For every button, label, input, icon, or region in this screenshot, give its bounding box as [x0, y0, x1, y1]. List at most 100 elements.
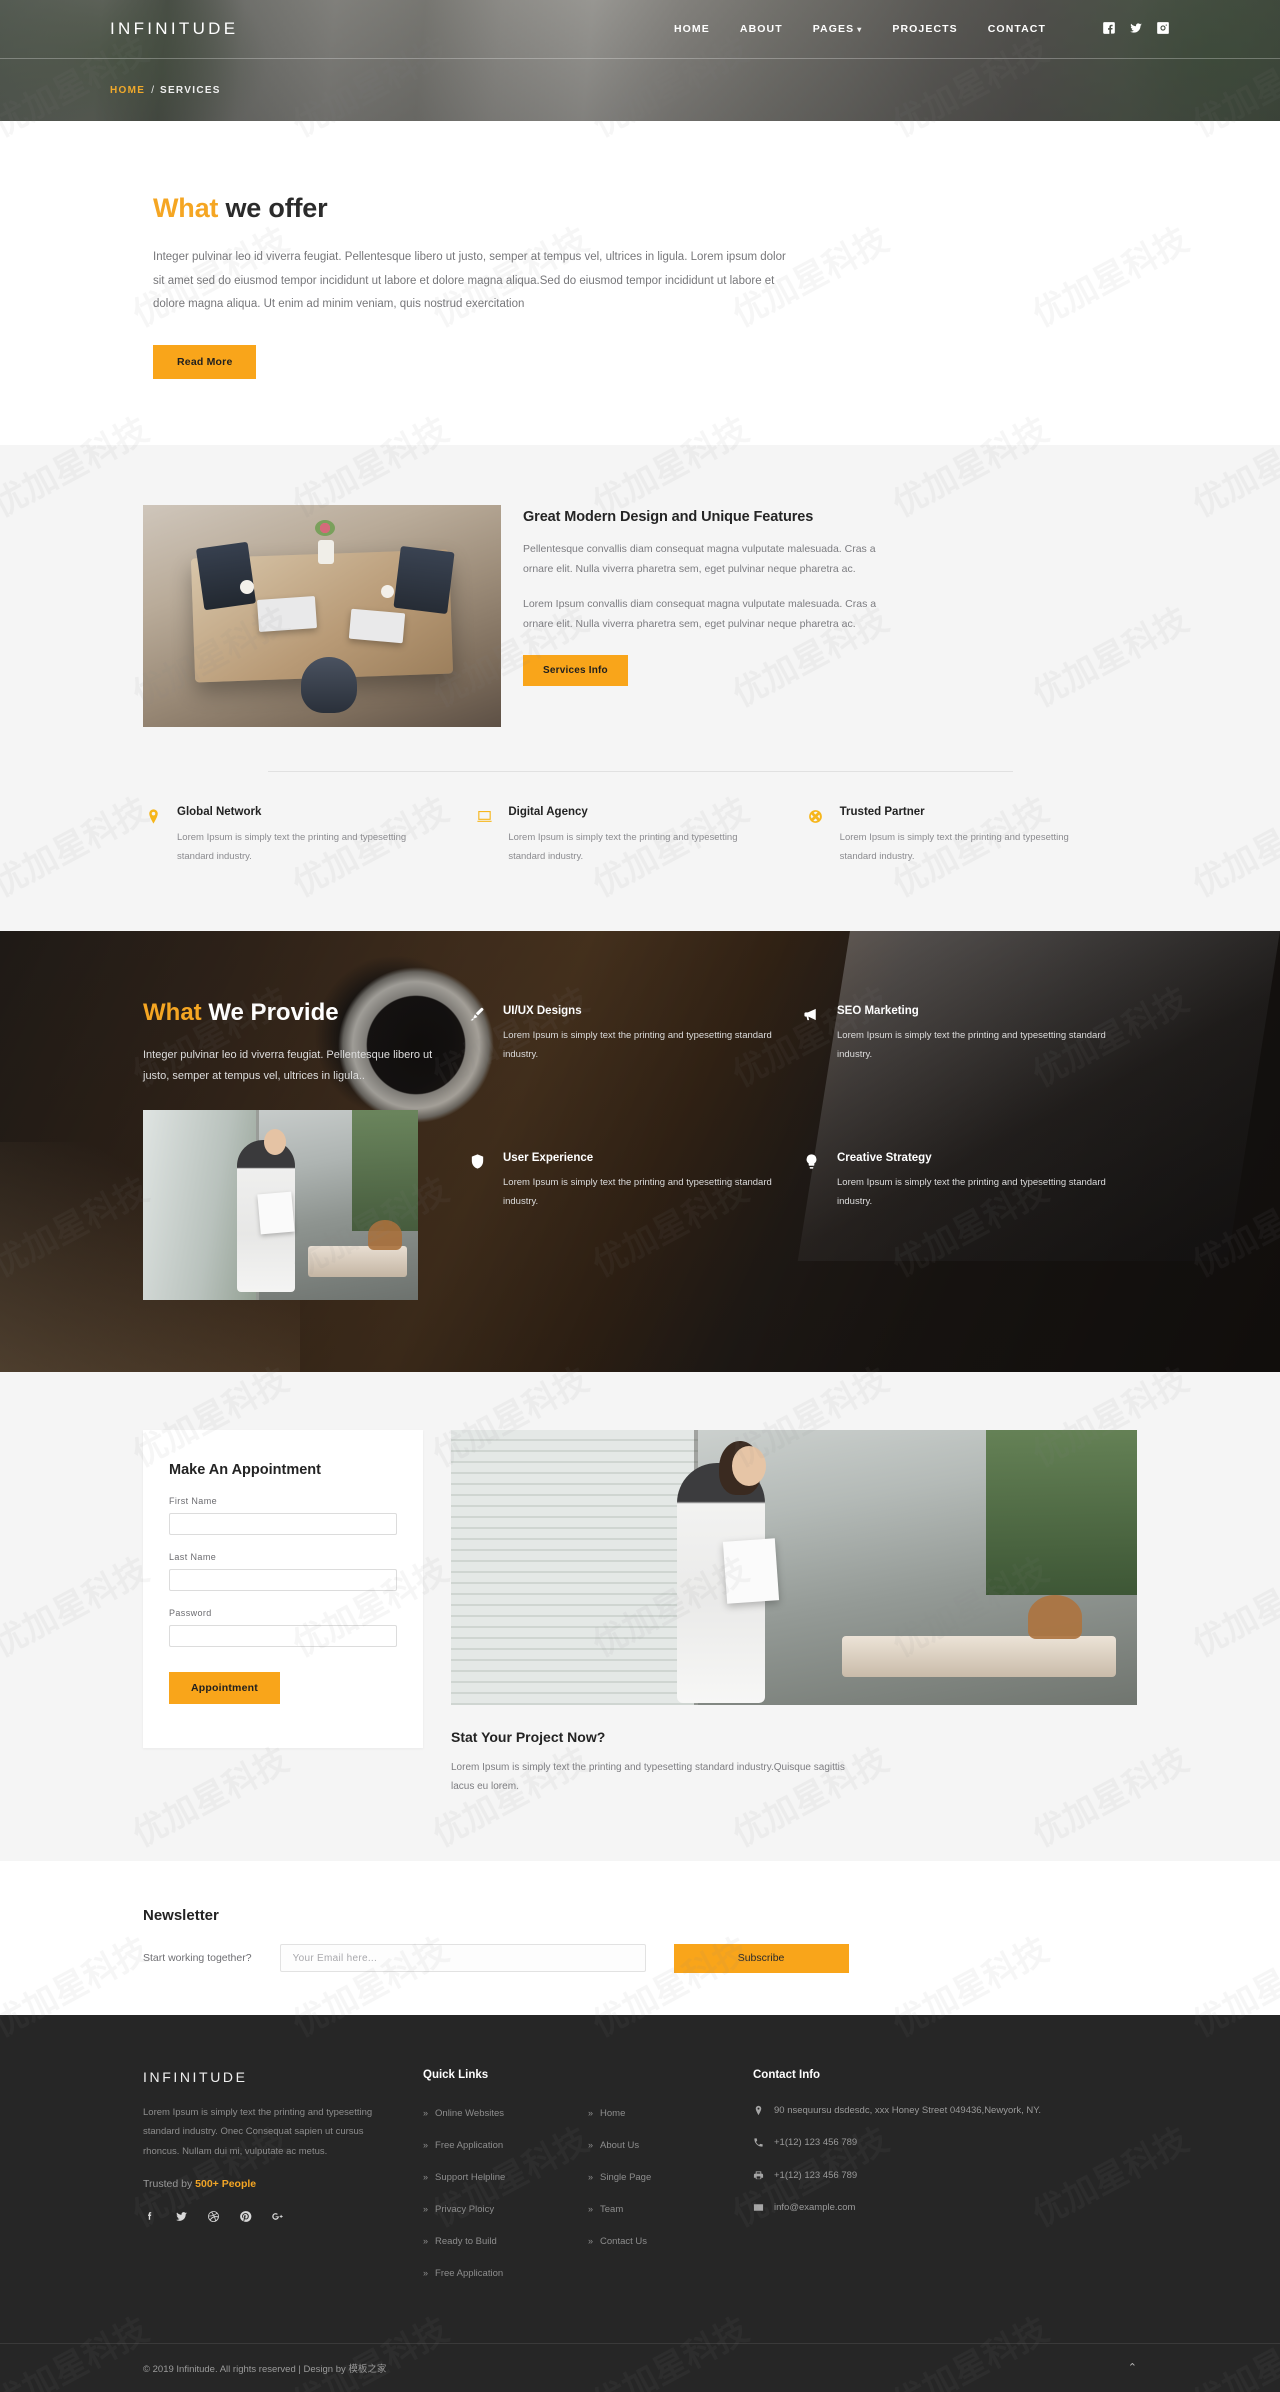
provide-title: What We Provide [143, 999, 443, 1027]
chevron-right-icon: » [423, 2107, 429, 2118]
nav-item-projects[interactable]: PROJECTS [892, 23, 957, 35]
nav-item-pages[interactable]: PAGES ▾ [813, 23, 863, 35]
quick-link[interactable]: » Free Application [423, 2140, 503, 2151]
pinterest-icon[interactable] [239, 2210, 252, 2223]
chevron-right-icon: » [423, 2235, 429, 2246]
dribbble-icon[interactable] [207, 2210, 220, 2223]
chevron-right-icon: » [588, 2139, 594, 2150]
nav-item-about[interactable]: ABOUT [740, 23, 783, 35]
breadcrumb-home[interactable]: HOME [110, 85, 145, 96]
provide-item-text: Lorem Ipsum is simply text the printing … [837, 1029, 1106, 1060]
last-name-input[interactable] [169, 1568, 397, 1591]
nav-item-contact[interactable]: CONTACT [988, 23, 1046, 35]
newsletter-label: Start working together? [143, 1952, 252, 1964]
quick-link-label: Support Helpline [435, 2171, 506, 2183]
footer-about-text: Lorem Ipsum is simply text the printing … [143, 2106, 373, 2158]
quick-link[interactable]: » Single Page [588, 2172, 651, 2183]
nav-item-home[interactable]: HOME [674, 23, 710, 35]
chevron-down-icon: ▾ [857, 25, 863, 34]
contact-phone: +1(12) 123 456 789 [753, 2135, 1137, 2152]
hero-header: INFINITUDE HOME ABOUT PAGES ▾ PROJECTS CO… [0, 0, 1280, 121]
breadcrumb-current: SERVICES [159, 84, 221, 96]
feature-text: Lorem Ipsum is simply text the printing … [839, 831, 1069, 863]
subscribe-button[interactable]: Subscribe [673, 1943, 849, 1973]
quick-link[interactable]: » Contact Us [588, 2236, 647, 2247]
chevron-right-icon: » [588, 2203, 594, 2214]
quick-link-label: Ready to Build [435, 2235, 497, 2247]
quick-link[interactable]: » Online Websites [423, 2108, 504, 2119]
provide-item-uiux-designs: UI/UX Designs Lorem Ipsum is simply text… [469, 1005, 803, 1110]
services-info-button[interactable]: Services Info [523, 654, 628, 686]
password-input[interactable] [169, 1624, 397, 1647]
provide-item-creative-strategy: Creative Strategy Lorem Ipsum is simply … [803, 1152, 1137, 1257]
twitter-icon[interactable] [1129, 21, 1143, 38]
feature-title: Trusted Partner [839, 805, 925, 818]
read-more-button[interactable]: Read More [153, 344, 257, 379]
chevron-right-icon: » [588, 2107, 594, 2118]
modern-paragraph-1: Pellentesque convallis diam consequat ma… [523, 542, 876, 576]
list-item: » Free Application [423, 2263, 588, 2281]
copyright-text: © 2019 Infinitude. All rights reserved |… [143, 2363, 387, 2375]
quick-link-label: Free Application [435, 2139, 504, 2151]
page-title: What we offer [153, 193, 1170, 224]
quick-link[interactable]: » About Us [588, 2140, 639, 2151]
quick-link[interactable]: » Home [588, 2108, 625, 2119]
nav-item-pages-label: PAGES [812, 23, 855, 35]
provide-item-user-experience: User Experience Lorem Ipsum is simply te… [469, 1152, 803, 1257]
feature-title: Digital Agency [508, 805, 588, 818]
site-logo[interactable]: INFINITUDE [110, 19, 238, 39]
newsletter-section: Newsletter Start working together? Subsc… [0, 1860, 1280, 2015]
trusted-count: 500+ People [195, 2178, 257, 2191]
provide-item-title: SEO Marketing [837, 1004, 919, 1017]
facebook-icon[interactable] [143, 2210, 156, 2223]
header-social-links [1102, 21, 1170, 38]
footer-social-links [143, 2210, 389, 2223]
quick-link[interactable]: » Team [588, 2204, 623, 2215]
appointment-submit-button[interactable]: Appointment [169, 1671, 280, 1704]
chevron-right-icon: » [423, 2171, 429, 2182]
facebook-icon[interactable] [1102, 21, 1116, 38]
chevron-right-icon: » [423, 2267, 429, 2278]
appointment-title: Make An Appointment [169, 1461, 321, 1478]
team-meeting-photo [143, 504, 501, 727]
provide-item-title: Creative Strategy [837, 1152, 932, 1165]
feature-title: Global Network [177, 805, 262, 818]
fax-icon [753, 2171, 764, 2179]
chevron-right-icon: » [423, 2203, 429, 2214]
start-project-heading: Stat Your Project Now? [451, 1728, 606, 1745]
quick-link[interactable]: » Privacy Ploicy [423, 2204, 494, 2215]
instagram-icon[interactable] [1156, 21, 1170, 38]
quick-link-label: Single Page [600, 2171, 652, 2183]
modern-design-section: Great Modern Design and Unique Features … [0, 444, 1280, 931]
appointment-section: Make An Appointment First Name Last Name… [0, 1371, 1280, 1861]
newsletter-email-input[interactable] [279, 1944, 646, 1972]
quick-link[interactable]: » Ready to Build [423, 2236, 497, 2247]
feature-list: Global Network Lorem Ipsum is simply tex… [110, 772, 1170, 931]
megaphone-icon [803, 1005, 823, 1110]
quick-link[interactable]: » Free Application [423, 2268, 503, 2279]
to-top-icon[interactable]: ⌃ [1128, 2361, 1137, 2374]
twitter-icon[interactable] [175, 2210, 188, 2223]
feature-item-global-network: Global Network Lorem Ipsum is simply tex… [143, 806, 474, 867]
google-plus-icon[interactable] [271, 2210, 284, 2223]
breadcrumb: HOME / SERVICES [110, 59, 1170, 121]
list-item: » Team [588, 2199, 753, 2217]
list-item: » Support Helpline [423, 2167, 588, 2185]
laptop-icon [474, 806, 494, 867]
handshake-icon [806, 806, 826, 867]
woman-with-laptop-photo [143, 1109, 418, 1300]
phone-icon [754, 2138, 763, 2147]
list-item: » Ready to Build [423, 2231, 588, 2249]
lightbulb-icon [803, 1152, 823, 1257]
list-item: » Contact Us [588, 2231, 753, 2249]
first-name-input[interactable] [169, 1512, 397, 1535]
provide-item-title: User Experience [503, 1152, 594, 1165]
contact-address: 90 nsequursu dsdesdc, xxx Honey Street 0… [753, 2103, 1137, 2120]
list-item: » Single Page [588, 2167, 753, 2185]
quick-link[interactable]: » Support Helpline [423, 2172, 505, 2183]
footer-about-column: INFINITUDE Lorem Ipsum is simply text th… [143, 2069, 423, 2295]
modern-heading: Great Modern Design and Unique Features [523, 508, 814, 525]
first-name-label: First Name [169, 1495, 218, 1506]
quick-links-list-2: » Home » About Us » Single Page » Team » Cont… [588, 2103, 753, 2295]
provide-title-rest: We Provide [201, 998, 339, 1026]
